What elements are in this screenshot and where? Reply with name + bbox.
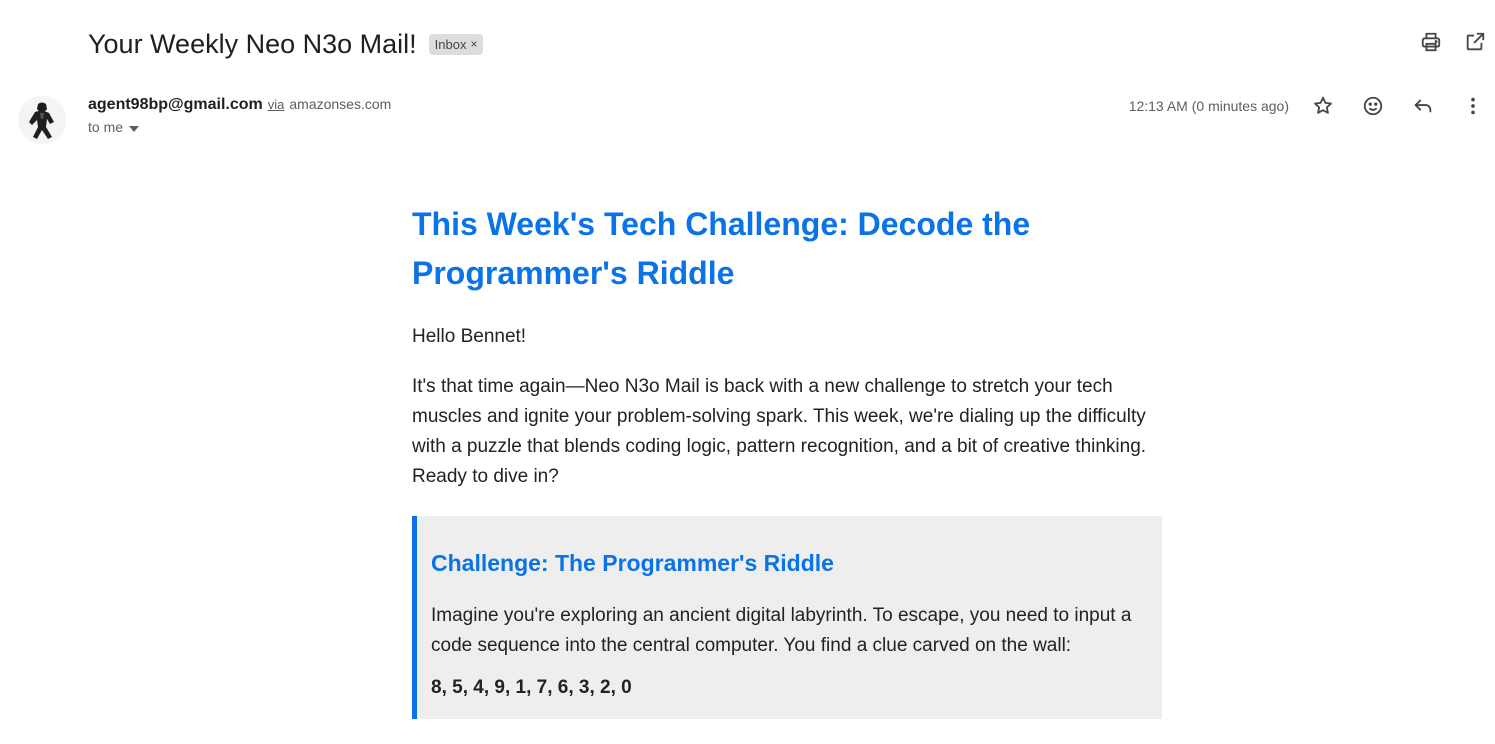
inbox-label-chip[interactable]: Inbox × <box>428 33 484 55</box>
code-sequence: 8, 5, 4, 9, 1, 7, 6, 3, 2, 0 <box>431 677 632 698</box>
message-action-icons <box>1311 94 1485 118</box>
sender-avatar[interactable] <box>18 96 66 144</box>
reply-icon[interactable] <box>1411 94 1435 118</box>
remove-label-icon[interactable]: × <box>470 37 477 51</box>
recipient-text: to me <box>88 119 124 135</box>
email-body: This Week's Tech Challenge: Decode the P… <box>412 200 1164 719</box>
sender-email[interactable]: agent98bp@gmail.com <box>88 96 263 114</box>
intro-paragraph: It's that time again—Neo N3o Mail is bac… <box>412 376 1147 487</box>
via-domain: amazonses.com <box>289 96 392 112</box>
sender-info: agent98bp@gmail.com via amazonses.com to… <box>88 96 391 135</box>
timestamp: 12:13 AM (0 minutes ago) <box>1128 98 1289 114</box>
newsletter-heading: This Week's Tech Challenge: Decode the P… <box>412 206 1031 291</box>
challenge-title: Challenge: The Programmer's Riddle <box>431 550 834 576</box>
challenge-text: Imagine you're exploring an ancient digi… <box>431 605 1132 656</box>
print-icon[interactable] <box>1419 30 1443 54</box>
top-action-icons <box>1419 30 1487 54</box>
greeting: Hello Bennet! <box>412 326 527 347</box>
star-icon[interactable] <box>1311 94 1335 118</box>
email-subject: Your Weekly Neo N3o Mail! <box>88 28 417 59</box>
message-meta: 12:13 AM (0 minutes ago) <box>1129 94 1485 118</box>
challenge-box: Challenge: The Programmer's Riddle Imagi… <box>412 516 1162 719</box>
recipient-details-toggle[interactable]: to me <box>88 119 391 135</box>
via-link[interactable]: via <box>268 97 285 112</box>
chevron-down-icon <box>129 119 140 135</box>
label-chip-text: Inbox <box>434 36 467 52</box>
email-subject-row: Your Weekly Neo N3o Mail! Inbox × <box>88 24 484 64</box>
more-options-icon[interactable] <box>1461 94 1485 118</box>
open-in-new-window-icon[interactable] <box>1463 30 1487 54</box>
sender-line: agent98bp@gmail.com via amazonses.com <box>88 96 391 114</box>
emoji-reaction-icon[interactable] <box>1361 94 1385 118</box>
